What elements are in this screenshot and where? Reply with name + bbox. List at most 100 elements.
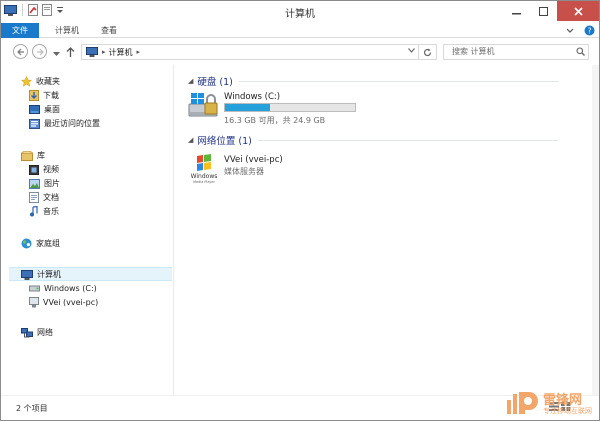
- media-server-type: 媒体服务器: [224, 167, 264, 176]
- collapse-chevron-icon[interactable]: ◢: [188, 136, 193, 144]
- network-icon: [21, 327, 33, 337]
- nav-item-network[interactable]: 网络: [21, 326, 53, 339]
- search-icon: [576, 47, 585, 56]
- arrow-up-icon: [66, 47, 75, 57]
- logo-text: Windows: [191, 173, 218, 180]
- star-icon: [21, 76, 32, 87]
- computer-icon: [86, 47, 98, 57]
- minimize-button[interactable]: [503, 1, 530, 21]
- address-dropdown-icon[interactable]: [408, 47, 415, 55]
- nav-label: 最近访问的位置: [44, 119, 100, 128]
- nav-item-recent-places[interactable]: 最近访问的位置: [29, 117, 100, 130]
- nav-label: 网络: [37, 328, 53, 337]
- vertical-scrollbar[interactable]: [592, 65, 599, 395]
- library-icon: [21, 150, 33, 161]
- arrow-right-icon: [36, 48, 44, 55]
- search-placeholder: 搜索 计算机: [452, 47, 495, 56]
- windows-media-player-icon: Windows Media Player: [191, 154, 218, 184]
- up-button[interactable]: [66, 47, 75, 60]
- nav-label: VVei (vvei-pc): [43, 298, 99, 307]
- music-icon: [30, 206, 38, 217]
- group-label: 网络位置 (1): [197, 136, 252, 147]
- recent-locations-icon[interactable]: [53, 50, 60, 60]
- help-icon[interactable]: ?: [584, 25, 595, 39]
- close-button[interactable]: [557, 1, 599, 21]
- nav-item-favorites[interactable]: 收藏夹: [21, 75, 60, 88]
- nav-item-videos[interactable]: 视频: [29, 163, 59, 176]
- nav-label: 文档: [43, 193, 59, 202]
- group-header-hard-drives[interactable]: ◢ 硬盘 (1): [188, 74, 559, 88]
- close-icon: [573, 6, 583, 16]
- title-bar: 计算机: [1, 1, 599, 23]
- content-pane: ◢ 硬盘 (1) Windows (C:) 16.3 GB 可用，共 24.9 …: [174, 65, 592, 395]
- nav-label: 下载: [43, 91, 59, 100]
- group-divider: [238, 80, 559, 82]
- pictures-icon: [29, 178, 40, 189]
- breadcrumb-chevron-icon[interactable]: ▸: [102, 48, 106, 56]
- ribbon-tabs: 文件 计算机 查看 ?: [1, 23, 599, 38]
- nav-label: 音乐: [43, 207, 59, 216]
- breadcrumb-computer[interactable]: 计算机: [109, 47, 133, 58]
- nav-item-windows-c[interactable]: Windows (C:): [29, 282, 97, 295]
- video-icon: [29, 164, 39, 175]
- svg-text:?: ?: [588, 26, 592, 35]
- nav-label: 桌面: [44, 105, 60, 114]
- expand-ribbon-icon[interactable]: [566, 27, 574, 37]
- drive-usage-fill: [225, 104, 270, 111]
- nav-item-computer[interactable]: 计算机: [21, 268, 61, 281]
- group-label: 硬盘 (1): [197, 77, 233, 88]
- refresh-icon: [423, 48, 432, 56]
- media-server-icon: [29, 297, 39, 308]
- leiphone-logo-icon: [507, 392, 538, 414]
- nav-item-homegroup[interactable]: 家庭组: [21, 237, 60, 250]
- drive-usage-bar: [224, 103, 356, 112]
- forward-button[interactable]: [32, 44, 47, 59]
- tab-view[interactable]: 查看: [101, 23, 117, 38]
- network-item-vvei-pc[interactable]: Windows Media Player VVei (vvei-pc) 媒体服务…: [188, 153, 388, 187]
- tab-computer[interactable]: 计算机: [55, 23, 79, 38]
- nav-item-pictures[interactable]: 图片: [29, 177, 60, 190]
- search-input[interactable]: 搜索 计算机: [443, 44, 589, 60]
- nav-item-libraries[interactable]: 库: [21, 149, 45, 162]
- nav-label: 视频: [43, 165, 59, 174]
- tab-file[interactable]: 文件: [1, 23, 39, 38]
- address-row: ▸ 计算机 ▸ 搜索 计算机: [1, 39, 599, 65]
- watermark-subtitle: 专注移动互联网: [543, 407, 592, 415]
- group-divider: [257, 139, 558, 141]
- group-header-network-locations[interactable]: ◢ 网络位置 (1): [188, 133, 558, 147]
- computer-icon: [21, 269, 33, 280]
- back-button[interactable]: [13, 44, 28, 59]
- nav-label: 收藏夹: [36, 77, 60, 86]
- explorer-window: 计算机 文件 计算机 查看 ? ▸ 计算机 ▸ 搜索 计算机 收藏夹 下载 桌面…: [0, 0, 600, 421]
- collapse-chevron-icon[interactable]: ◢: [188, 77, 193, 85]
- nav-item-downloads[interactable]: 下载: [29, 89, 59, 102]
- arrow-left-icon: [16, 48, 24, 55]
- nav-label: Windows (C:): [44, 284, 97, 293]
- nav-label: 计算机: [37, 270, 61, 279]
- homegroup-icon: [21, 238, 32, 249]
- nav-label: 家庭组: [36, 239, 60, 248]
- address-bar[interactable]: ▸ 计算机 ▸: [81, 44, 419, 60]
- nav-item-desktop[interactable]: 桌面: [29, 103, 60, 116]
- maximize-button[interactable]: [530, 1, 557, 21]
- nav-label: 图片: [44, 179, 60, 188]
- recent-places-icon: [29, 118, 40, 129]
- window-controls: [503, 1, 599, 21]
- windows-drive-icon: [188, 93, 218, 117]
- drive-icon: [29, 285, 40, 292]
- nav-item-documents[interactable]: 文档: [29, 191, 59, 204]
- drive-space-info: 16.3 GB 可用，共 24.9 GB: [224, 116, 326, 125]
- desktop-icon: [29, 104, 40, 114]
- nav-item-vvei-pc[interactable]: VVei (vvei-pc): [29, 296, 98, 309]
- logo-subtext: Media Player: [193, 180, 215, 184]
- nav-item-music[interactable]: 音乐: [29, 205, 59, 218]
- item-count: 2 个项目: [16, 404, 48, 413]
- watermark-logo: 雷锋网 专注移动互联网: [505, 388, 597, 418]
- download-folder-icon: [29, 90, 39, 101]
- breadcrumb-chevron-icon[interactable]: ▸: [137, 48, 141, 56]
- media-server-name: VVei (vvei-pc): [224, 155, 283, 165]
- navigation-pane: 收藏夹 下载 桌面 最近访问的位置 库 视频 图片 文档 音乐 家庭组 计算机 …: [1, 65, 173, 395]
- drive-item-windows-c[interactable]: Windows (C:) 16.3 GB 可用，共 24.9 GB: [188, 90, 378, 126]
- refresh-button[interactable]: [419, 44, 437, 60]
- documents-icon: [29, 192, 39, 203]
